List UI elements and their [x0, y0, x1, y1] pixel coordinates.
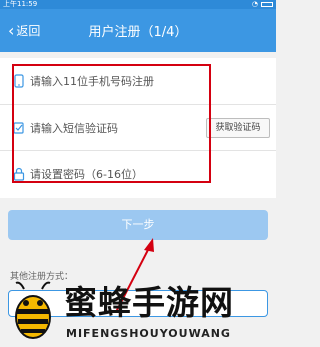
watermark-subtitle: MIFENGSHOUYOUWANG — [66, 327, 231, 340]
bee-logo-icon — [15, 281, 51, 339]
watermark-title: 蜜蜂手游网 — [64, 283, 234, 322]
